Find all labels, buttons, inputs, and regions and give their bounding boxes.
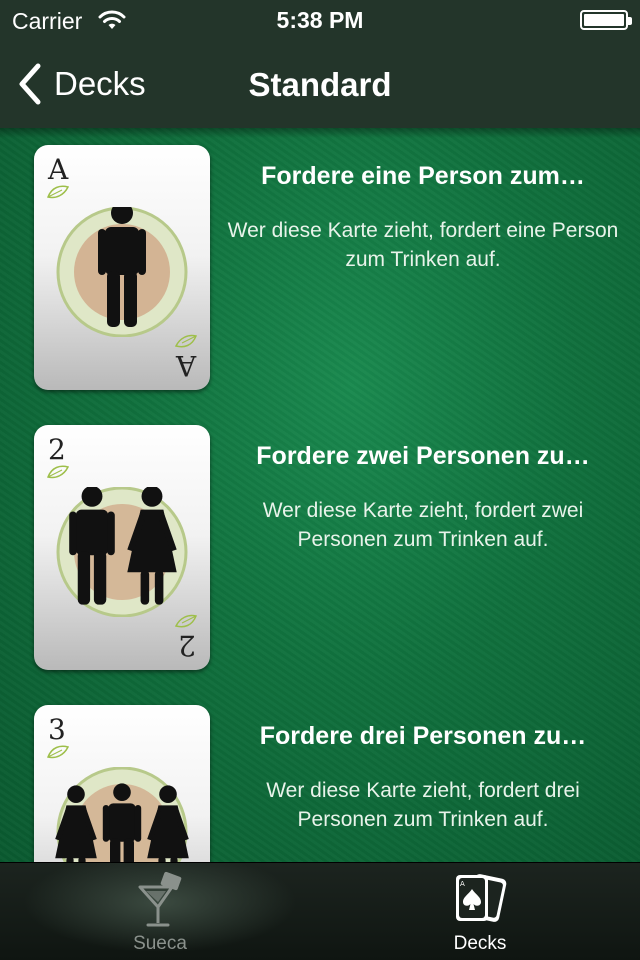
status-bar: Carrier 5:38 PM	[0, 0, 640, 40]
playing-cards-icon: A	[456, 874, 507, 922]
people-illustration	[56, 487, 188, 617]
card-description: Wer diese Karte zieht, fordert eine Pers…	[227, 219, 619, 271]
cocktail-glass-icon	[138, 871, 182, 927]
leaf-icon	[175, 334, 197, 348]
card-rank: 2	[178, 629, 196, 662]
leaf-icon	[47, 465, 69, 479]
card-rank: 2	[48, 433, 66, 466]
card-rank: A	[175, 349, 196, 382]
card-rank: A	[48, 153, 69, 186]
card-image: 3 3	[34, 705, 210, 862]
leaf-icon	[47, 185, 69, 199]
card-image: 2 2	[34, 425, 210, 670]
people-illustration	[55, 767, 189, 862]
tab-bar: Sueca A Decks	[0, 862, 640, 960]
leaf-icon	[175, 614, 197, 628]
card-title: Fordere zwei Personen zu…	[256, 442, 590, 470]
tab-decks-label: Decks	[453, 933, 507, 954]
card-description: Wer diese Karte zieht, fordert zwei Pers…	[262, 499, 584, 551]
card-rank: 3	[48, 713, 66, 746]
tab-decks[interactable]: A Decks	[320, 863, 640, 960]
status-time: 5:38 PM	[276, 7, 364, 33]
tab-sueca-label: Sueca	[133, 933, 187, 954]
list-item[interactable]: 2 2 Fordere zwei Personen zu… Wer diese …	[0, 408, 640, 688]
card-description: Wer diese Karte zieht, fordert drei Pers…	[266, 779, 580, 831]
page-title: Standard	[248, 66, 392, 103]
battery-icon	[580, 10, 632, 30]
card-title: Fordere drei Personen zu…	[259, 722, 587, 750]
tab-sueca[interactable]: Sueca	[0, 863, 320, 960]
leaf-icon	[47, 745, 69, 759]
svg-text:A: A	[460, 880, 465, 888]
card-list[interactable]: A A Fordere eine Person zum… Wer diese K…	[0, 128, 640, 862]
person-illustration	[56, 207, 188, 337]
card-image: A A	[34, 145, 210, 390]
card-title: Fordere eine Person zum…	[261, 162, 585, 190]
navigation-bar: Decks Standard	[0, 40, 640, 128]
list-item[interactable]: 3 3 Fordere drei Personen zu… Wer diese …	[0, 688, 640, 862]
list-item[interactable]: A A Fordere eine Person zum… Wer diese K…	[0, 128, 640, 408]
